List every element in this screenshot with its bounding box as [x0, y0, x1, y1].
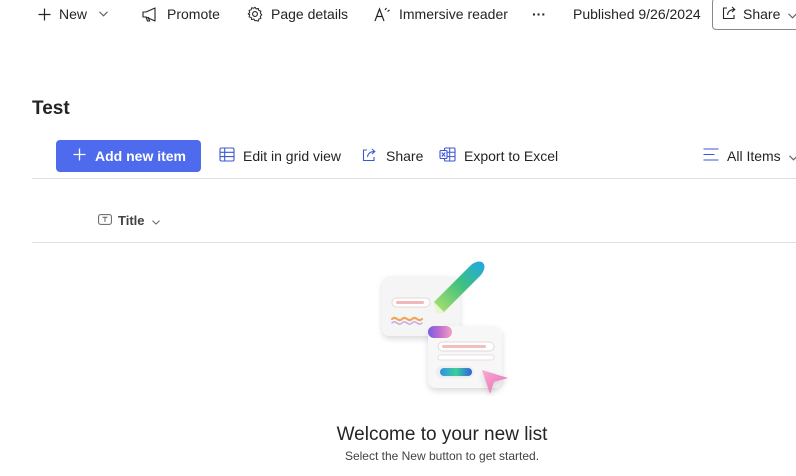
chevron-down-icon	[788, 148, 796, 164]
immersive-reader-icon	[374, 6, 391, 22]
promote-label: Promote	[167, 6, 220, 22]
view-lines-icon	[703, 148, 719, 164]
list-share-label: Share	[386, 148, 424, 164]
list-title: Test	[32, 98, 70, 119]
chevron-down-icon	[151, 213, 160, 228]
promote-button[interactable]: Promote	[142, 0, 220, 28]
column-header-title[interactable]: Title	[98, 211, 160, 229]
list-share-button[interactable]: Share	[361, 140, 423, 172]
toolbar-divider	[32, 178, 796, 179]
page-details-button[interactable]: Page details	[247, 0, 348, 28]
command-bar: New Promote Page details Immersive reade…	[0, 0, 796, 30]
immersive-reader-button[interactable]: Immersive reader	[374, 0, 508, 28]
new-label: New	[59, 6, 88, 22]
plus-icon	[38, 8, 51, 21]
page-share-label: Share	[743, 6, 781, 22]
view-selector-label: All Items	[727, 148, 781, 164]
edit-grid-view-label: Edit in grid view	[243, 148, 342, 164]
excel-icon	[439, 147, 456, 165]
share-icon	[361, 147, 378, 165]
gear-icon	[247, 6, 263, 22]
new-button[interactable]: New	[38, 0, 108, 28]
view-selector[interactable]: All Items	[703, 140, 796, 172]
export-to-excel-button[interactable]: Export to Excel	[439, 140, 558, 172]
sharepoint-list-page: New Promote Page details Immersive reade…	[0, 0, 796, 476]
chevron-down-icon	[788, 6, 796, 22]
export-to-excel-label: Export to Excel	[464, 148, 559, 164]
empty-state-title: Welcome to your new list	[336, 424, 548, 445]
add-new-item-label: Add new item	[95, 148, 187, 164]
more-button[interactable]: ···	[532, 0, 546, 28]
page-share-button[interactable]: Share	[712, 0, 796, 30]
empty-list-illustration	[374, 254, 514, 396]
more-icon: ···	[532, 6, 546, 22]
chevron-down-icon	[99, 11, 108, 17]
megaphone-icon	[142, 6, 159, 22]
grid-icon	[219, 147, 235, 165]
header-divider	[32, 242, 796, 243]
share-icon	[721, 5, 737, 23]
published-label: Published 9/26/2024	[573, 6, 701, 22]
published-status: Published 9/26/2024	[573, 0, 701, 28]
add-new-item-button[interactable]: Add new item	[56, 140, 201, 172]
immersive-reader-label: Immersive reader	[399, 6, 508, 22]
text-field-icon	[98, 213, 112, 228]
page-details-label: Page details	[271, 6, 349, 22]
edit-grid-view-button[interactable]: Edit in grid view	[219, 140, 341, 172]
column-header-label: Title	[118, 212, 145, 228]
empty-state-subtitle: Select the New button to get started.	[344, 449, 540, 463]
plus-icon	[73, 148, 86, 164]
